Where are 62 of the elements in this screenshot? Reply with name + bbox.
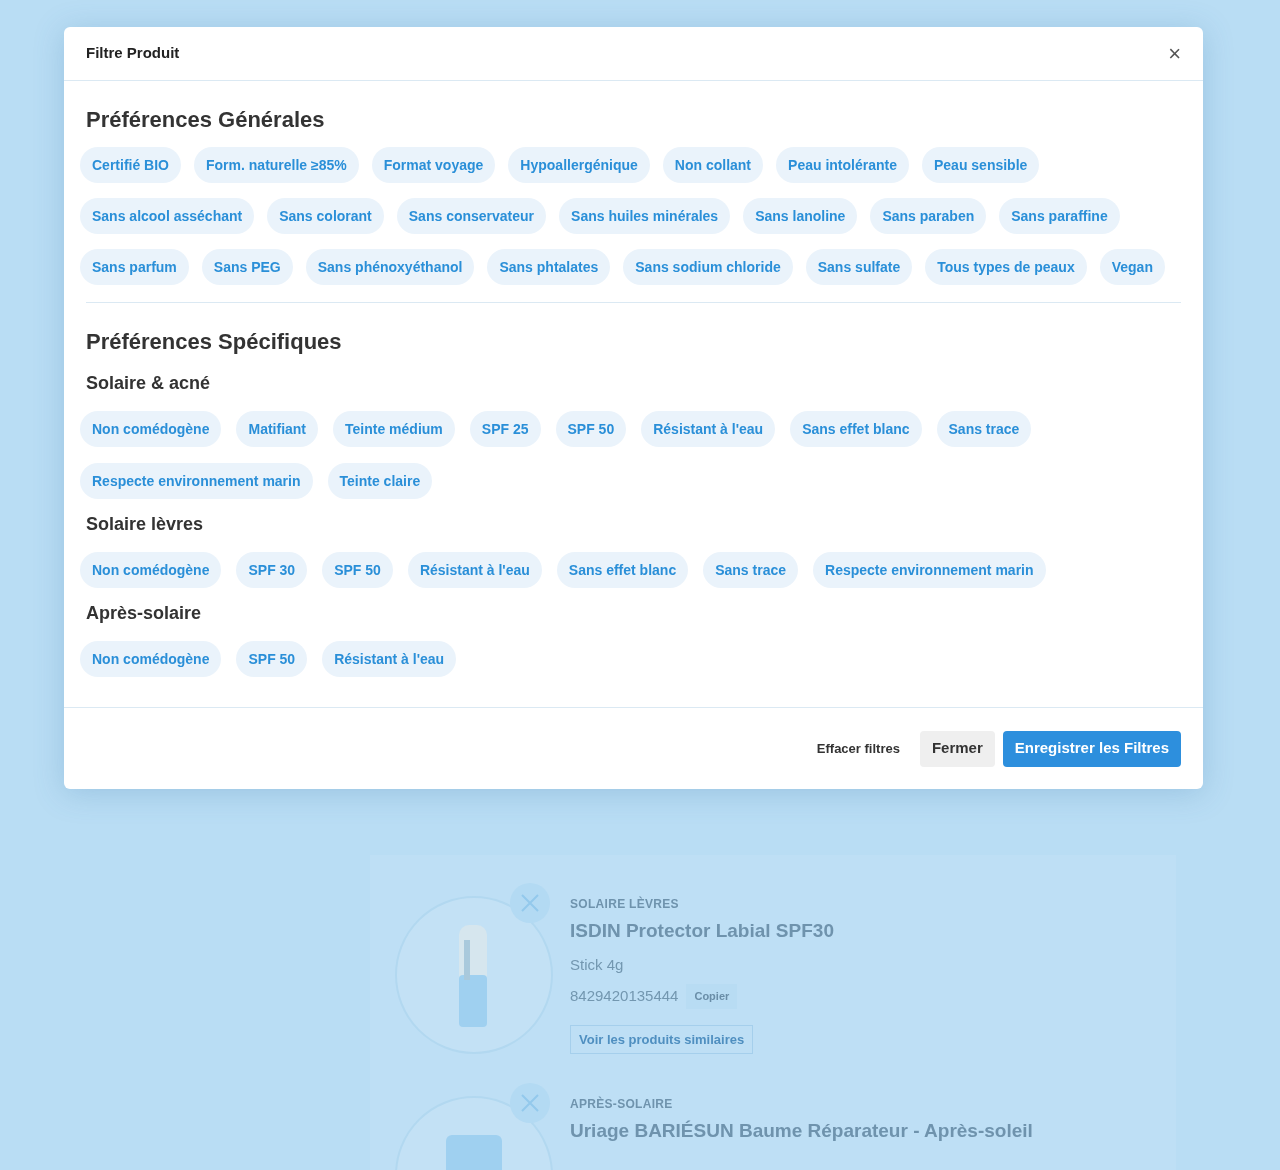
filter-chip[interactable]: Sans phtalates xyxy=(487,249,611,285)
filter-chip[interactable]: Sans parfum xyxy=(80,249,189,285)
filter-chip[interactable]: Sans huiles minérales xyxy=(559,198,731,234)
filter-chip[interactable]: Respecte environnement marin xyxy=(80,463,313,499)
filter-chip[interactable]: Résistant à l'eau xyxy=(322,641,457,677)
save-filters-button[interactable]: Enregistrer les Filtres xyxy=(1002,730,1181,767)
filter-chip[interactable]: Sans paraben xyxy=(870,198,987,234)
filter-chip[interactable]: SPF 50 xyxy=(236,641,308,677)
filter-chip[interactable]: Résistant à l'eau xyxy=(407,552,542,588)
filter-chip[interactable]: Sans trace xyxy=(703,552,798,588)
filter-chip[interactable]: Tous types de peaux xyxy=(925,249,1087,285)
filter-chip[interactable]: Matifiant xyxy=(236,411,319,447)
filter-chip[interactable]: Sans alcool asséchant xyxy=(80,198,255,234)
filter-chip[interactable]: Non collant xyxy=(662,147,764,183)
dialog-title: Filtre Produit xyxy=(86,43,180,64)
filter-chip[interactable]: SPF 50 xyxy=(555,411,627,447)
group-heading: Solaire lèvres xyxy=(86,513,205,536)
filter-chip[interactable]: Sans conservateur xyxy=(396,198,547,234)
clear-filters-button[interactable]: Effacer filtres xyxy=(804,730,912,767)
filter-chip[interactable]: Peau intolérante xyxy=(776,147,909,183)
filter-chip[interactable]: Hypoallergénique xyxy=(508,147,650,183)
filter-chip[interactable]: SPF 25 xyxy=(469,411,541,447)
filter-chip[interactable]: SPF 30 xyxy=(236,552,308,588)
filter-chip[interactable]: Certifié BIO xyxy=(80,147,181,183)
filter-chip[interactable]: Non comédogène xyxy=(80,641,222,677)
remove-icon[interactable] xyxy=(510,883,550,923)
filter-chip[interactable]: Vegan xyxy=(1099,249,1165,285)
filter-chip[interactable]: Sans colorant xyxy=(267,198,384,234)
product-name: Uriage BARIÉSUN Baume Réparateur - Après-soleil xyxy=(570,1119,1033,1143)
filter-chip[interactable]: Sans effet blanc xyxy=(790,411,922,447)
filter-chip[interactable]: Sans lanoline xyxy=(743,198,858,234)
filter-chip[interactable]: Sans trace xyxy=(936,411,1032,447)
product-category: APRÈS-SOLAIRE xyxy=(570,1095,673,1113)
close-button[interactable]: × xyxy=(1168,42,1181,65)
filter-chip[interactable]: Teinte médium xyxy=(333,411,455,447)
group-heading: Après-solaire xyxy=(86,602,203,625)
section-heading: Préférences Spécifiques xyxy=(86,328,343,356)
close-dialog-button[interactable]: Fermer xyxy=(919,730,995,767)
filter-chip[interactable]: Sans paraffine xyxy=(999,198,1120,234)
filter-chip[interactable]: Résistant à l'eau xyxy=(641,411,776,447)
filter-chip[interactable]: Teinte claire xyxy=(327,463,433,499)
group-heading: Solaire & acné xyxy=(86,372,212,395)
product-name: ISDIN Protector Labial SPF30 xyxy=(570,919,834,943)
filter-chip[interactable]: Sans effet blanc xyxy=(556,552,689,588)
section-heading: Préférences Générales xyxy=(86,106,326,134)
filter-chip[interactable]: Peau sensible xyxy=(921,147,1040,183)
similar-products-button[interactable]: Voir les produits similaires xyxy=(570,1024,754,1054)
product-category: SOLAIRE LÈVRES xyxy=(570,895,679,913)
filter-chip[interactable]: Sans sodium chloride xyxy=(623,249,793,285)
product-barcode-number: 8429420135444 xyxy=(570,986,679,1006)
filter-chip[interactable]: Respecte environnement marin xyxy=(813,552,1046,588)
copy-button[interactable]: Copier xyxy=(686,984,738,1009)
filter-chip[interactable]: Sans PEG xyxy=(201,249,293,285)
filter-chip[interactable]: Sans sulfate xyxy=(805,249,913,285)
remove-icon[interactable] xyxy=(510,1083,550,1123)
product-size: Stick 4g xyxy=(570,954,624,975)
filter-chip[interactable]: Format voyage xyxy=(371,147,496,183)
filter-chip[interactable]: Non comédogène xyxy=(80,411,222,447)
filter-chip[interactable]: SPF 50 xyxy=(322,552,393,588)
filter-chip[interactable]: Non comédogène xyxy=(80,552,222,588)
filter-chip[interactable]: Form. naturelle ≥85% xyxy=(194,147,359,183)
filter-chip[interactable]: Sans phénoxyéthanol xyxy=(305,249,475,285)
